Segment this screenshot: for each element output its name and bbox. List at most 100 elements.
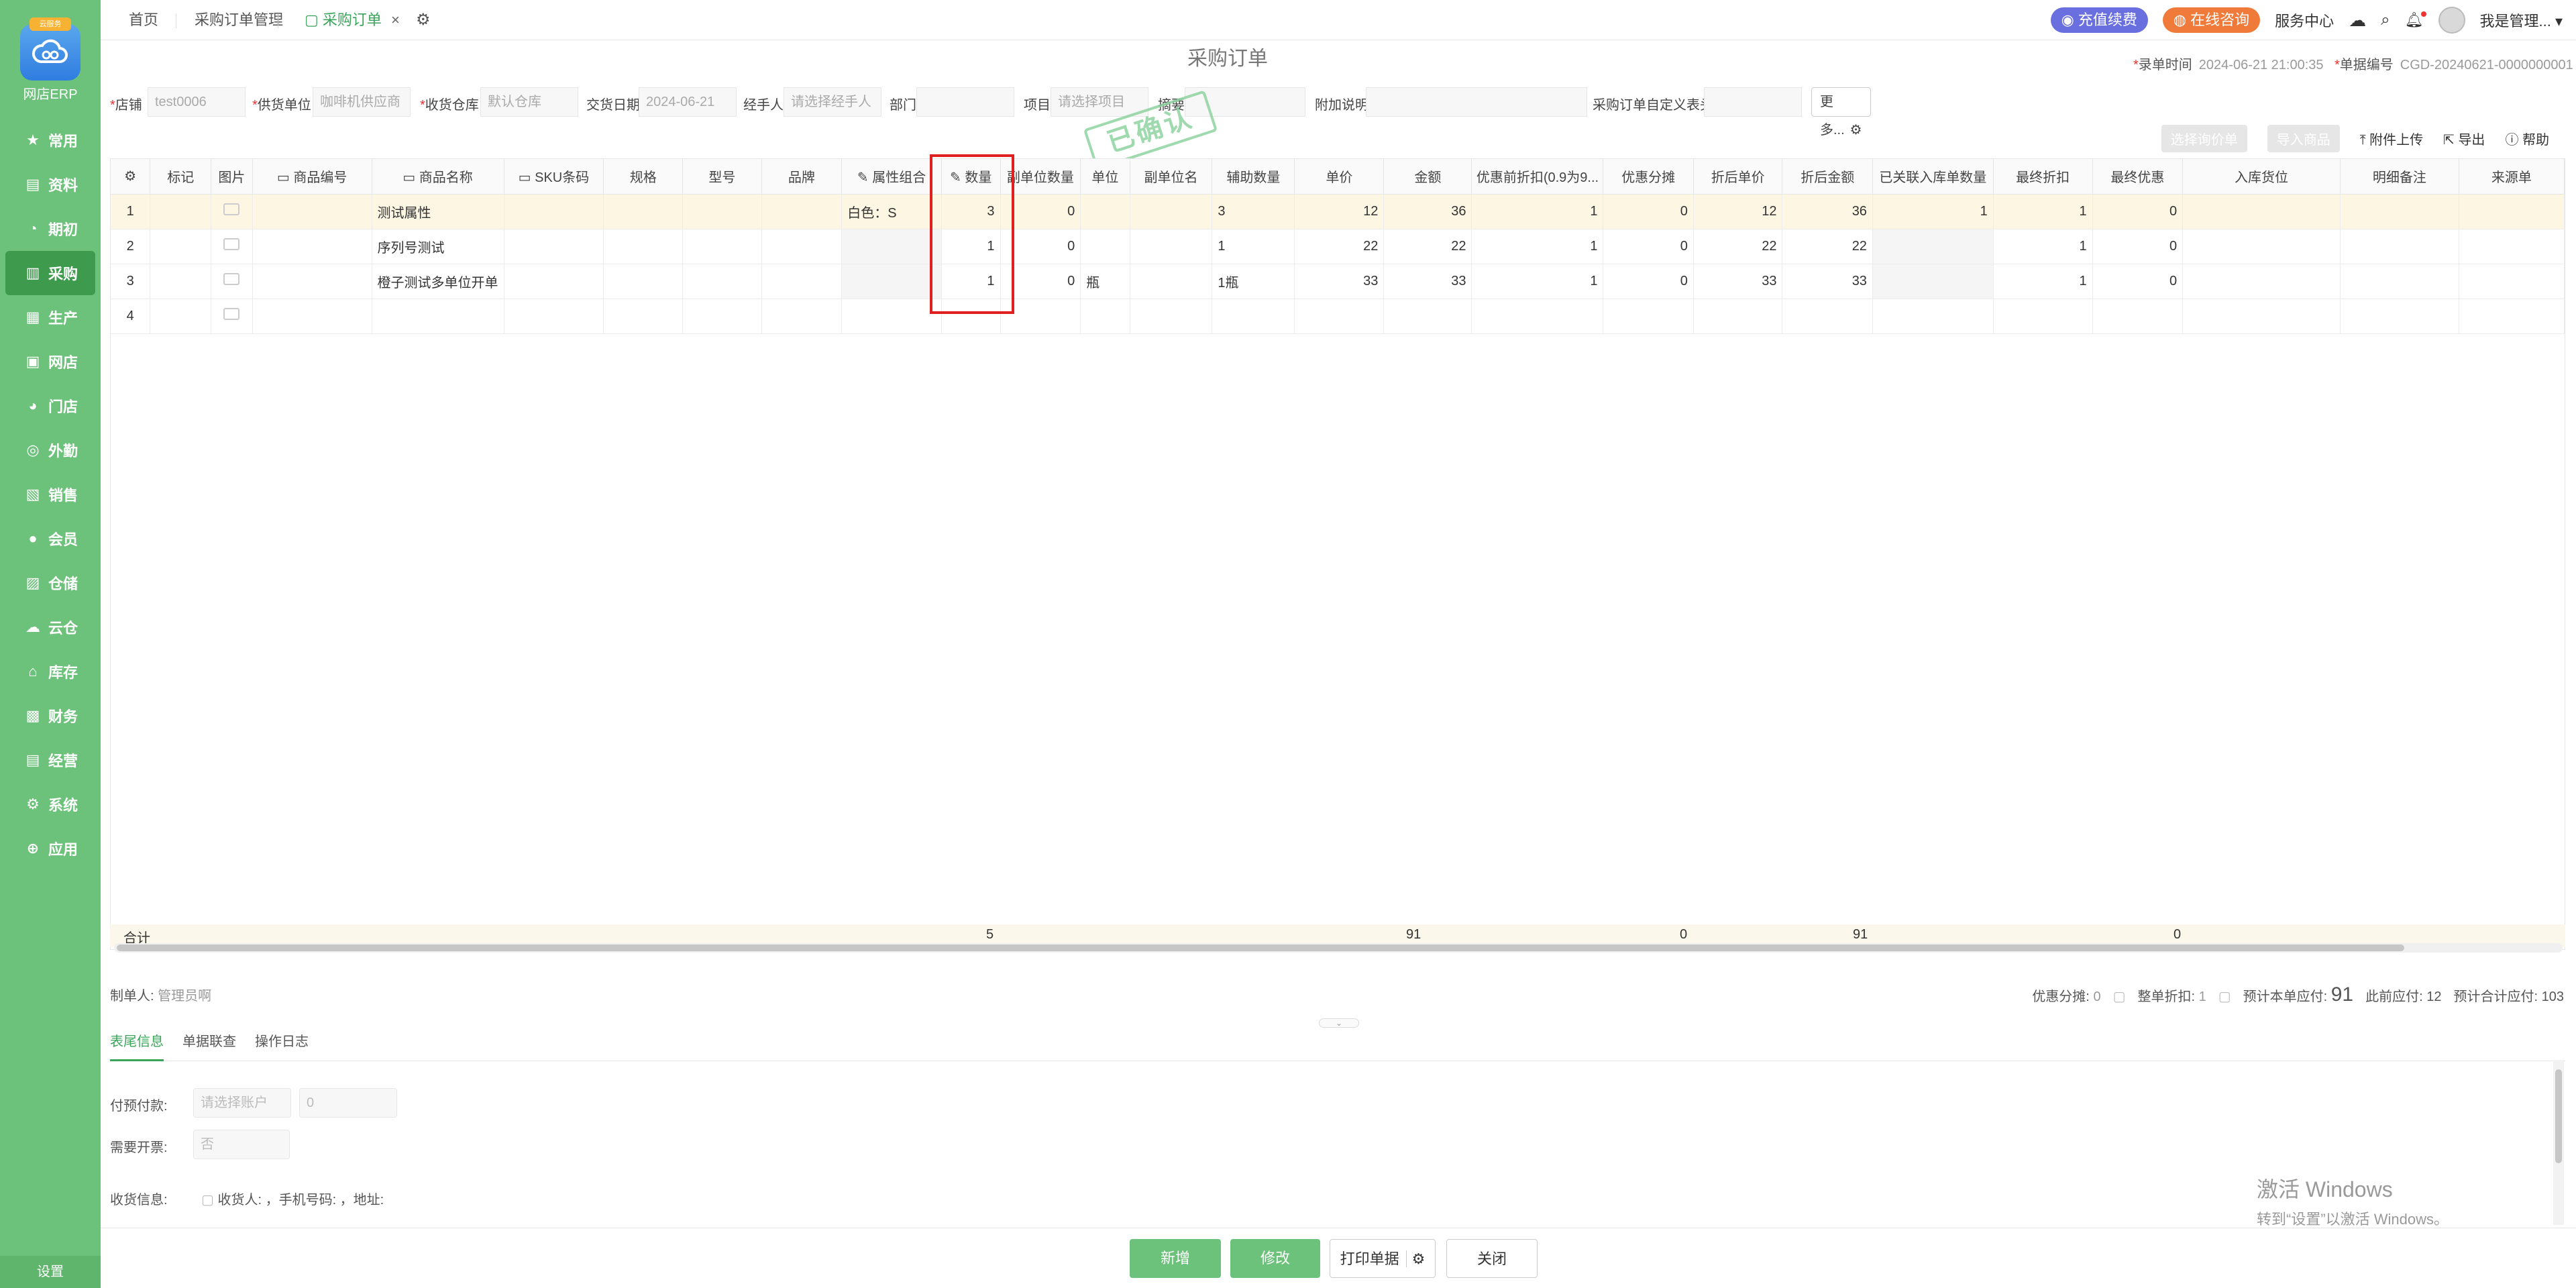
shop-field[interactable]: test0006 xyxy=(148,87,246,117)
name-cell[interactable]: 测试属性 xyxy=(372,194,504,229)
invoice-select[interactable]: 否 xyxy=(193,1130,290,1159)
price-cell[interactable] xyxy=(1294,299,1385,334)
attach-upload-button[interactable]: ⤒ 附件上传 xyxy=(2360,129,2423,148)
sub-unit-cell[interactable] xyxy=(1130,194,1213,229)
tab-settings-gear-icon[interactable]: ⚙ xyxy=(416,0,431,40)
column-settings-gear-icon[interactable]: ⚙ xyxy=(111,159,151,195)
sidebar-item-apps[interactable]: ⊕ 应用 xyxy=(0,826,101,871)
sidebar-item-field[interactable]: ◎ 外勤 xyxy=(0,428,101,472)
table-row[interactable]: 1 测试属性 白色：S 3 0 3 12 36 1 0 12 36 1 1 0 xyxy=(111,194,2565,229)
price-cell[interactable]: 33 xyxy=(1294,264,1385,299)
discount-cell[interactable]: 1 xyxy=(1471,264,1604,299)
brand-cell[interactable] xyxy=(761,194,843,229)
sidebar-item-data[interactable]: ▤ 资料 xyxy=(0,162,101,207)
sku-cell[interactable] xyxy=(504,299,604,334)
sidebar-item-storage[interactable]: ▨ 仓储 xyxy=(0,561,101,605)
attr-cell[interactable]: 白色：S xyxy=(841,194,942,229)
mark-cell[interactable] xyxy=(150,299,212,334)
aux-qty-cell[interactable]: 3 xyxy=(1212,194,1295,229)
import-goods-button[interactable]: 导入商品 xyxy=(2267,124,2340,152)
discount-cell[interactable]: 1 xyxy=(1471,229,1604,264)
sku-cell[interactable] xyxy=(504,229,604,264)
spec-cell[interactable] xyxy=(603,264,684,299)
sidebar-item-finance[interactable]: ▩ 财务 xyxy=(0,694,101,738)
code-cell[interactable] xyxy=(252,299,372,334)
supplier-field[interactable]: 咖啡机供应商 xyxy=(313,87,411,117)
note-field[interactable] xyxy=(1366,87,1587,117)
sub-qty-cell[interactable]: 0 xyxy=(1000,264,1081,299)
sidebar-item-inventory[interactable]: ⌂ 库存 xyxy=(0,649,101,694)
sidebar-item-production[interactable]: ▦ 生产 xyxy=(0,295,101,339)
unit-cell[interactable]: 瓶 xyxy=(1080,264,1130,299)
service-center-link[interactable]: 服务中心 xyxy=(2275,9,2334,31)
brand-cell[interactable] xyxy=(761,229,843,264)
warehouse-field[interactable]: 默认仓库 xyxy=(480,87,578,117)
attr-cell[interactable] xyxy=(841,299,942,334)
location-cell[interactable] xyxy=(2182,194,2341,229)
discount-cell[interactable]: 1 xyxy=(1471,194,1604,229)
remark-cell[interactable] xyxy=(2340,194,2459,229)
sub-qty-cell[interactable]: 0 xyxy=(1000,229,1081,264)
help-button[interactable]: ⓘ 帮助 xyxy=(2505,129,2549,148)
table-row[interactable]: 2 序列号测试 10 1 22 22 1 0 22 22 1 0 xyxy=(111,229,2565,264)
prepay-amount-input[interactable]: 0 xyxy=(299,1088,397,1118)
close-tab-icon[interactable]: × xyxy=(391,11,400,28)
attr-cell[interactable] xyxy=(841,229,942,264)
table-row[interactable]: 4 xyxy=(111,299,2565,334)
code-cell[interactable] xyxy=(252,229,372,264)
spec-cell[interactable] xyxy=(603,194,684,229)
prepay-account-select[interactable]: 请选择账户 xyxy=(193,1088,291,1118)
model-cell[interactable] xyxy=(682,229,762,264)
more-button[interactable]: 更多... ⚙ xyxy=(1811,87,1871,138)
sidebar-item-purchase[interactable]: ▥ 采购 xyxy=(5,251,95,295)
recharge-button[interactable]: ◉ 充值续费 xyxy=(2050,7,2148,33)
location-cell[interactable] xyxy=(2182,299,2341,334)
mark-cell[interactable] xyxy=(150,229,212,264)
image-cell[interactable] xyxy=(211,264,253,299)
unit-cell[interactable] xyxy=(1080,229,1130,264)
vertical-scrollbar[interactable] xyxy=(2553,1060,2564,1225)
delivery-date-field[interactable]: 2024-06-21 xyxy=(639,87,737,117)
sku-cell[interactable] xyxy=(504,264,604,299)
consult-button[interactable]: ◍ 在线咨询 xyxy=(2162,7,2261,33)
model-cell[interactable] xyxy=(682,299,762,334)
attr-cell[interactable] xyxy=(841,264,942,299)
sidebar-item-cloud-warehouse[interactable]: ☁ 云仓 xyxy=(0,605,101,649)
edit-discount-icon[interactable]: ▢ xyxy=(2218,988,2231,1005)
location-cell[interactable] xyxy=(2182,229,2341,264)
edit-button[interactable]: 修改 xyxy=(1230,1239,1320,1278)
unit-cell[interactable] xyxy=(1080,299,1130,334)
remark-cell[interactable] xyxy=(2340,229,2459,264)
cloud-icon[interactable]: ☁ xyxy=(2349,10,2366,31)
aux-qty-cell[interactable]: 1瓶 xyxy=(1212,264,1295,299)
gear-icon[interactable]: ⚙ xyxy=(1405,1250,1426,1267)
receive-info[interactable]: ▢ 收货人: ，手机号码: ，地址: xyxy=(201,1189,384,1208)
brand-cell[interactable] xyxy=(761,264,843,299)
sub-unit-cell[interactable] xyxy=(1130,299,1213,334)
image-cell[interactable] xyxy=(211,299,253,334)
sidebar-item-member[interactable]: ● 会员 xyxy=(0,517,101,561)
qty-cell[interactable]: 1 xyxy=(941,229,1001,264)
edit-share-icon[interactable]: ▢ xyxy=(2113,988,2126,1005)
search-icon[interactable]: ⌕ xyxy=(2381,11,2390,30)
scroll-thumb[interactable] xyxy=(2555,1069,2562,1163)
user-menu[interactable]: 我是管理... ▾ xyxy=(2480,9,2563,31)
select-inquiry-button[interactable]: 选择询价单 xyxy=(2161,124,2247,152)
close-button[interactable]: 关闭 xyxy=(1446,1239,1538,1278)
mark-cell[interactable] xyxy=(150,194,212,229)
sidebar-item-sales[interactable]: ▧ 销售 xyxy=(0,472,101,517)
sidebar-item-system[interactable]: ⚙ 系统 xyxy=(0,782,101,826)
image-cell[interactable] xyxy=(211,229,253,264)
collapse-toggle-chevron-icon[interactable]: ⌄ xyxy=(1319,1018,1359,1028)
export-button[interactable]: ⇱ 导出 xyxy=(2443,129,2485,148)
remark-cell[interactable] xyxy=(2340,299,2459,334)
tab-purchase-order-manage[interactable]: 采购订单管理 xyxy=(195,0,283,40)
add-button[interactable]: 新增 xyxy=(1130,1239,1221,1278)
sidebar-item-business[interactable]: ▤ 经营 xyxy=(0,738,101,782)
print-button[interactable]: 打印单据 ⚙ xyxy=(1330,1239,1436,1278)
name-cell[interactable]: 序列号测试 xyxy=(372,229,504,264)
scroll-thumb[interactable] xyxy=(117,945,2404,951)
sub-unit-cell[interactable] xyxy=(1130,264,1213,299)
sidebar-item-store[interactable]: ◕ 门店 xyxy=(0,384,101,428)
mark-cell[interactable] xyxy=(150,264,212,299)
